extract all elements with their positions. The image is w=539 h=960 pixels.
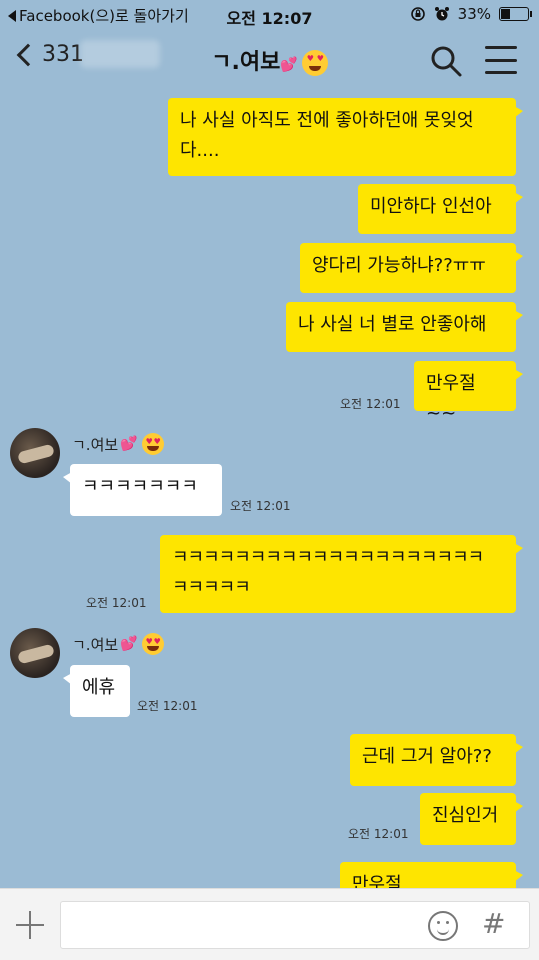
sender-name-text: ㄱ.여보 [72, 635, 119, 654]
sparkling-heart-icon: 💕 [280, 57, 298, 73]
message-bubble-me[interactable]: 진심인거 [420, 793, 523, 845]
plus-icon[interactable] [14, 909, 46, 941]
menu-line [485, 46, 517, 49]
message-timestamp: 오전 12:01 [86, 596, 147, 610]
rotation-lock-icon [410, 7, 425, 21]
message-text: ㅋㅋㅋㅋㅋㅋㅋ [82, 476, 198, 497]
message-bubble-me[interactable]: 나 사실 너 별로 안좋아해 [286, 302, 523, 352]
message-text-line: ㅋㅋㅋㅋㅋㅋㅋㅋㅋㅋㅋㅋㅋㅋㅋㅋㅋㅋㅋㅋ [172, 547, 484, 568]
hash-icon[interactable]: # [482, 907, 505, 940]
alarm-icon [434, 7, 449, 21]
sparkling-heart-icon: 💕 [120, 436, 138, 452]
heart-eyes-emoji-icon: ♥ ♥ [301, 50, 328, 76]
message-text: 나 사실 아직도 전에 좋아하던애 못잊엇다.... [180, 110, 474, 161]
message-bubble-me[interactable]: 미안하다 인선아 [358, 184, 523, 234]
battery-percent: 33% [457, 5, 491, 23]
message-bubble-me[interactable]: 만우절~~ [414, 361, 523, 424]
input-bar: # [0, 888, 539, 960]
menu-line [485, 71, 517, 74]
heart-eyes-emoji-icon: ♥ ♥ [141, 633, 164, 655]
message-bubble-other[interactable]: ㅋㅋㅋㅋㅋㅋㅋ [63, 464, 222, 516]
message-bubble-other[interactable]: 에휴 [63, 665, 130, 717]
avatar[interactable] [10, 628, 60, 678]
message-bubble-me[interactable]: 근데 그거 알아?? [350, 734, 523, 786]
message-text: 나 사실 너 별로 안좋아해 [298, 314, 487, 335]
battery-icon [499, 7, 532, 21]
menu-icon[interactable] [485, 46, 517, 74]
message-bubble-me[interactable]: 나 사실 아직도 전에 좋아하던애 못잊엇다.... [168, 98, 523, 176]
message-bubble-me[interactable]: 양다리 가능하냐??ㅠㅠ [300, 243, 523, 293]
status-indicators: 33% [410, 5, 532, 23]
sender-name: ㄱ.여보 💕 ♥ ♥ [72, 633, 164, 655]
message-timestamp: 오전 12:01 [230, 499, 291, 513]
message-timestamp: 오전 12:01 [137, 699, 198, 713]
battery-fill [501, 9, 511, 19]
search-icon[interactable] [429, 44, 463, 78]
message-text: 에휴 [82, 677, 116, 698]
message-timestamp: 오전 12:01 [348, 827, 409, 841]
message-input[interactable] [60, 901, 530, 949]
message-text-line: ㅋㅋㅋㅋㅋ [172, 577, 251, 598]
sender-name: ㄱ.여보 💕 ♥ ♥ [72, 433, 164, 455]
message-text: 근데 그거 알아?? [362, 746, 492, 767]
message-bubble-me[interactable]: ㅋㅋㅋㅋㅋㅋㅋㅋㅋㅋㅋㅋㅋㅋㅋㅋㅋㅋㅋㅋ ㅋㅋㅋㅋㅋ [160, 535, 523, 613]
emoticon-icon[interactable] [428, 911, 458, 941]
message-text: 양다리 가능하냐??ㅠㅠ [312, 255, 486, 276]
message-timestamp: 오전 12:01 [340, 397, 401, 411]
status-bar: Facebook(으)로 돌아가기 오전 12:07 33% [0, 0, 539, 30]
message-text: 만우절~~ [426, 373, 476, 424]
heart-eyes-emoji-icon: ♥ ♥ [141, 433, 164, 455]
message-text: 진심인거 [432, 805, 499, 826]
chat-header: 331 ㄱ.여보💕 ♥ ♥ [0, 30, 539, 92]
avatar[interactable] [10, 428, 60, 478]
sparkling-heart-icon: 💕 [120, 636, 138, 652]
chat-name: ㄱ.여보 [211, 50, 281, 75]
message-text: 미안하다 인선아 [370, 196, 492, 217]
menu-line [485, 58, 517, 62]
sender-name-text: ㄱ.여보 [72, 435, 119, 454]
